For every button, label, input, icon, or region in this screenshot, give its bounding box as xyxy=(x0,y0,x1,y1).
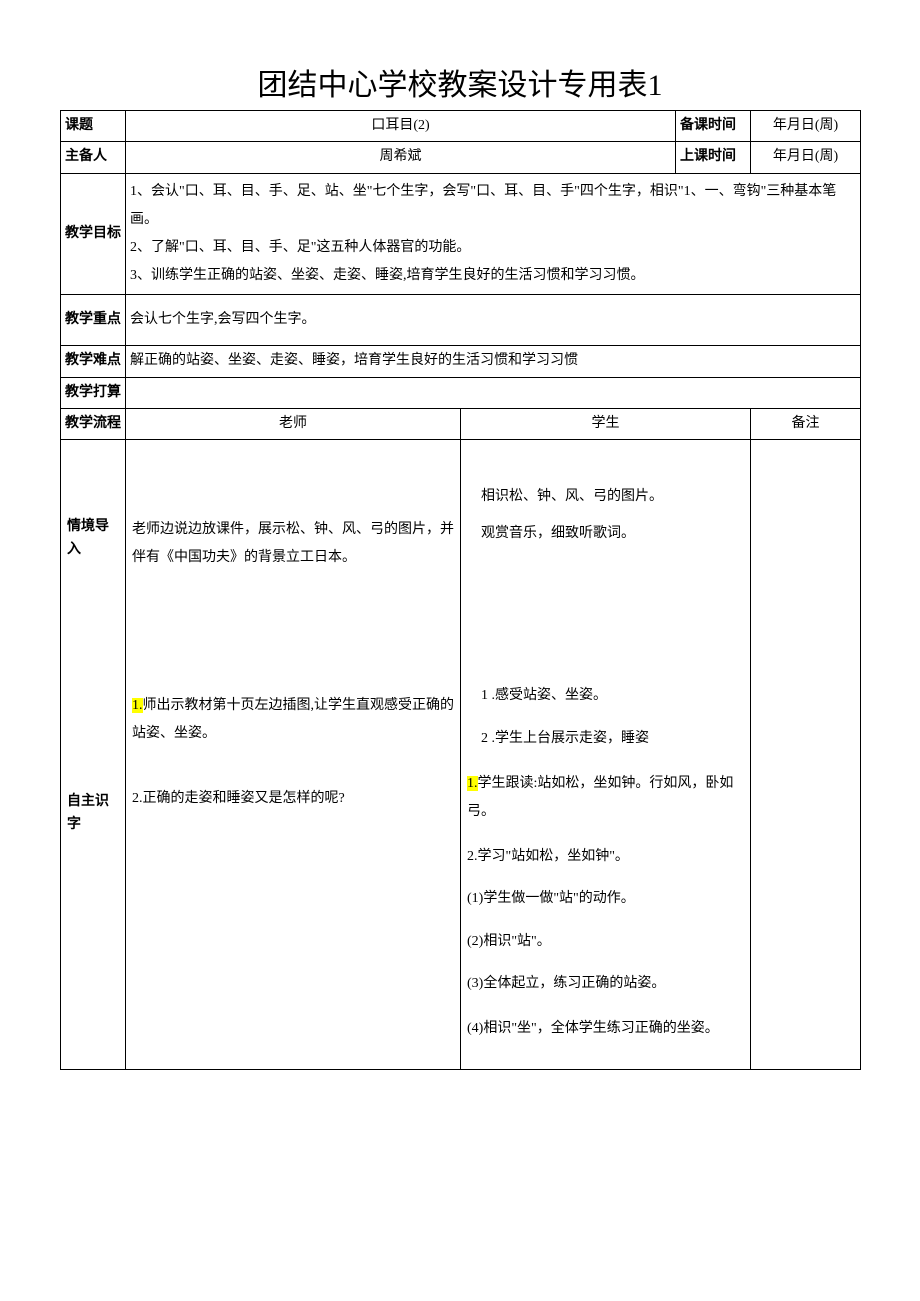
section2-student-6: (2)相识"站"。 xyxy=(467,931,744,953)
objectives-line1: 1、会认"口、耳、目、手、足、站、坐"七个生字，会写"口、耳、目、手"四个生字，… xyxy=(130,178,856,234)
flow-label: 教学流程 xyxy=(61,408,126,439)
section2-teacher-1: 1.师出示教材第十页左边插图,让学生直观感受正确的站姿、坐姿。 xyxy=(132,692,454,748)
class-time-value: 年月日(周) xyxy=(751,142,861,173)
preparation-label: 教学打算 xyxy=(61,377,126,408)
lesson-topic-label: 课题 xyxy=(61,111,126,142)
section2-student-2: 2 .学生上台展示走姿，睡姿 xyxy=(467,728,744,750)
objectives-value: 1、会认"口、耳、目、手、足、站、坐"七个生字，会写"口、耳、目、手"四个生字，… xyxy=(126,173,861,294)
prep-time-label: 备课时间 xyxy=(676,111,751,142)
section2-teacher-2: 2.正确的走姿和睡姿又是怎样的呢? xyxy=(132,788,454,810)
student-content: 相识松、钟、风、弓的图片。 观赏音乐，细致听歌词。 1 .感受站姿、坐姿。 2 … xyxy=(461,440,751,1070)
teacher-content: 老师边说边放课件，展示松、钟、风、弓的图片，并伴有《中国功夫》的背景立工日本。 … xyxy=(126,440,461,1070)
objectives-line2: 2、了解"口、耳、目、手、足"这五种人体器官的功能。 xyxy=(130,234,856,262)
objectives-line3: 3、训练学生正确的站姿、坐姿、走姿、睡姿,培育学生良好的生活习惯和学习习惯。 xyxy=(130,262,856,290)
section2-student-5: (1)学生做一做"站"的动作。 xyxy=(467,888,744,910)
page-title: 团结中心学校教案设计专用表1 xyxy=(60,60,860,104)
section2-student-1: 1 .感受站姿、坐姿。 xyxy=(467,685,744,707)
row-flow-header: 教学流程 老师 学生 备注 xyxy=(61,408,861,439)
difficulties-value: 解正确的站姿、坐姿、走姿、睡姿，培育学生良好的生活习惯和学习习惯 xyxy=(126,346,861,377)
notes-content xyxy=(751,440,861,1070)
section1-student-1: 相识松、钟、风、弓的图片。 xyxy=(467,486,744,508)
row-objectives: 教学目标 1、会认"口、耳、目、手、足、站、坐"七个生字，会写"口、耳、目、手"… xyxy=(61,173,861,294)
preparation-value xyxy=(126,377,861,408)
section2-student-3: 1.学生跟读:站如松，坐如钟。行如风，卧如弓。 xyxy=(467,770,744,826)
section2-student-8: (4)相识"坐"，全体学生练习正确的坐姿。 xyxy=(467,1015,744,1043)
flow-section-names: 情境导入 自主识字 xyxy=(61,440,126,1070)
highlight-marker-2: 1. xyxy=(467,776,478,791)
highlight-marker: 1. xyxy=(132,698,143,713)
class-time-label: 上课时间 xyxy=(676,142,751,173)
section2-student-3-text: 学生跟读:站如松，坐如钟。行如风，卧如弓。 xyxy=(467,776,733,819)
section1-student-2: 观赏音乐，细致听歌词。 xyxy=(467,523,744,545)
keypoints-label: 教学重点 xyxy=(61,294,126,345)
author-label: 主备人 xyxy=(61,142,126,173)
keypoints-value: 会认七个生字,会写四个生字。 xyxy=(126,294,861,345)
row-difficulties: 教学难点 解正确的站姿、坐姿、走姿、睡姿，培育学生良好的生活习惯和学习习惯 xyxy=(61,346,861,377)
row-author: 主备人 周希斌 上课时间 年月日(周) xyxy=(61,142,861,173)
teacher-col-label: 老师 xyxy=(126,408,461,439)
section2-student-4: 2.学习"站如松，坐如钟"。 xyxy=(467,846,744,868)
author-value: 周希斌 xyxy=(126,142,676,173)
section2-student-7: (3)全体起立，练习正确的站姿。 xyxy=(467,973,744,995)
prep-time-value: 年月日(周) xyxy=(751,111,861,142)
section2-teacher-1-text: 师出示教材第十页左边插图,让学生直观感受正确的站姿、坐姿。 xyxy=(132,698,454,741)
row-keypoints: 教学重点 会认七个生字,会写四个生字。 xyxy=(61,294,861,345)
lesson-plan-table: 课题 口耳目(2) 备课时间 年月日(周) 主备人 周希斌 上课时间 年月日(周… xyxy=(60,110,861,1070)
objectives-label: 教学目标 xyxy=(61,173,126,294)
row-flow-content: 情境导入 自主识字 老师边说边放课件，展示松、钟、风、弓的图片，并伴有《中国功夫… xyxy=(61,440,861,1070)
difficulties-label: 教学难点 xyxy=(61,346,126,377)
lesson-topic-value: 口耳目(2) xyxy=(126,111,676,142)
student-col-label: 学生 xyxy=(461,408,751,439)
section2-name: 自主识字 xyxy=(67,791,119,836)
section1-teacher: 老师边说边放课件，展示松、钟、风、弓的图片，并伴有《中国功夫》的背景立工日本。 xyxy=(132,516,454,572)
row-topic: 课题 口耳目(2) 备课时间 年月日(周) xyxy=(61,111,861,142)
row-preparation: 教学打算 xyxy=(61,377,861,408)
notes-col-label: 备注 xyxy=(751,408,861,439)
section1-name: 情境导入 xyxy=(67,516,119,561)
